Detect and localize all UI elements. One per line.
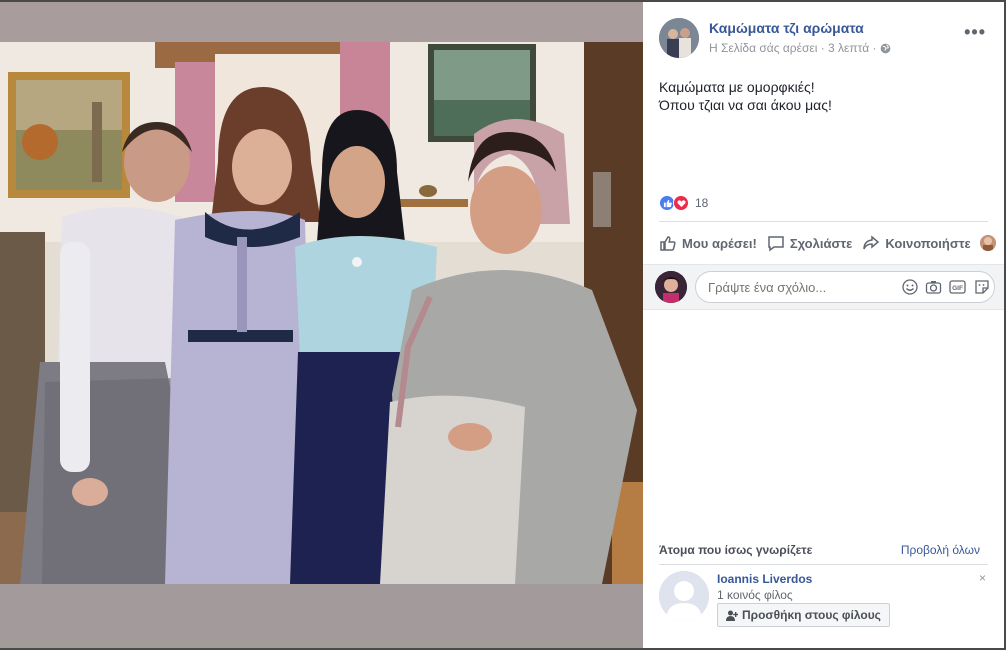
suggested-person-name[interactable]: Ioannis Liverdos [717, 572, 812, 586]
share-arrow-icon [862, 234, 885, 252]
like-button-label: Μου αρέσει! [682, 235, 757, 251]
post-meta-text: Η Σελίδα σάς αρέσει · 3 λεπτά · [709, 41, 880, 55]
post-text: Καμώματα με ομορφκιές! Όπου τζιαι να σαι… [659, 78, 832, 114]
comment-button-label: Σχολιάστε [789, 235, 853, 251]
add-friend-icon [726, 610, 742, 621]
thumbs-up-icon [659, 234, 682, 252]
post-sidebar: Καμώματα τζι αρώματα Η Σελίδα σάς αρέσει… [643, 2, 1004, 648]
comment-composer: GIF [643, 264, 1004, 310]
share-button[interactable]: Κοινοποιήστε [862, 234, 971, 252]
comment-tools: GIF [901, 278, 990, 295]
share-button-label: Κοινοποιήστε [885, 235, 971, 251]
post-meta: Η Σελίδα σάς αρέσει · 3 λεπτά · [709, 41, 891, 57]
lightbox-frame: Καμώματα τζι αρώματα Η Σελίδα σάς αρέσει… [0, 0, 1006, 650]
reactions-summary[interactable]: 18 [659, 193, 708, 213]
comment-button[interactable]: Σχολιάστε [767, 234, 852, 252]
add-friend-button[interactable]: Προσθήκη στους φίλους [717, 603, 890, 627]
pymk-divider [659, 564, 988, 565]
post-photo[interactable] [0, 42, 643, 584]
add-friend-label: Προσθήκη στους φίλους [742, 608, 881, 622]
emoji-icon[interactable] [901, 278, 918, 295]
post-header: Καμώματα τζι αρώματα Η Σελίδα σάς αρέσει… [659, 16, 992, 60]
camera-icon[interactable] [925, 278, 942, 295]
post-text-line-2: Όπου τζιαι να σαι άκου μας! [659, 97, 832, 113]
dismiss-suggestion-button[interactable]: × [979, 571, 986, 585]
page-name-link[interactable]: Καμώματα τζι αρώματα [709, 20, 864, 36]
photo-margin-bottom [0, 584, 643, 648]
photo-margin-top [0, 2, 643, 42]
love-icon [673, 195, 689, 211]
share-as-avatar[interactable] [980, 235, 996, 251]
people-you-may-know-header: Άτομα που ίσως γνωρίζετε Προβολή όλων [659, 543, 980, 561]
mutual-friends-count[interactable]: 1 κοινός φίλος [717, 588, 793, 602]
gif-icon-label: GIF [952, 284, 963, 291]
like-button[interactable]: Μου αρέσει! [659, 234, 757, 252]
suggested-person-avatar[interactable] [659, 571, 709, 621]
people-you-may-know-title: Άτομα που ίσως γνωρίζετε [659, 543, 813, 557]
commenter-avatar[interactable] [655, 271, 687, 303]
globe-icon[interactable] [880, 43, 891, 57]
photo-pane [0, 2, 643, 648]
reaction-count[interactable]: 18 [695, 196, 708, 210]
comment-bubble-icon [767, 234, 790, 252]
reactions-divider [659, 221, 988, 222]
post-text-line-1: Καμώματα με ομορφκιές! [659, 79, 815, 95]
sticker-icon[interactable] [973, 278, 990, 295]
more-options-button[interactable]: ••• [964, 22, 986, 43]
post-actions: Μου αρέσει! Σχολιάστε Κοινοποιήστε [659, 228, 1000, 258]
gif-icon[interactable]: GIF [949, 278, 966, 295]
see-all-link[interactable]: Προβολή όλων [901, 543, 980, 557]
page-avatar[interactable] [659, 18, 699, 58]
